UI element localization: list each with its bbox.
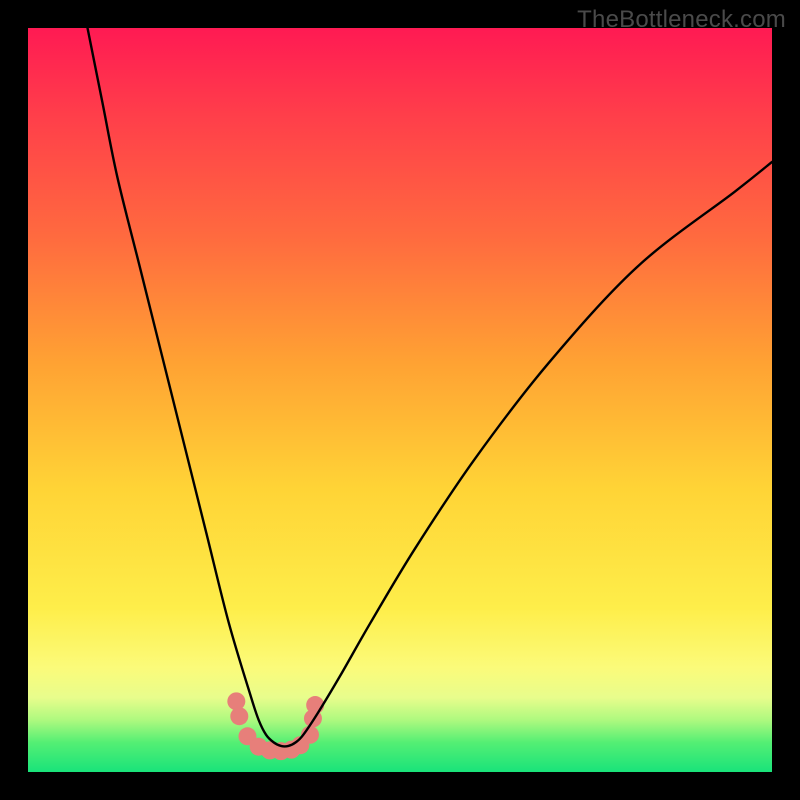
- plot-area: [28, 28, 772, 772]
- marker-dot: [230, 707, 248, 725]
- outer-frame: TheBottleneck.com: [0, 0, 800, 800]
- marker-dot: [227, 692, 245, 710]
- bottleneck-curve-svg: [28, 28, 772, 772]
- bottleneck-curve-path: [88, 28, 772, 746]
